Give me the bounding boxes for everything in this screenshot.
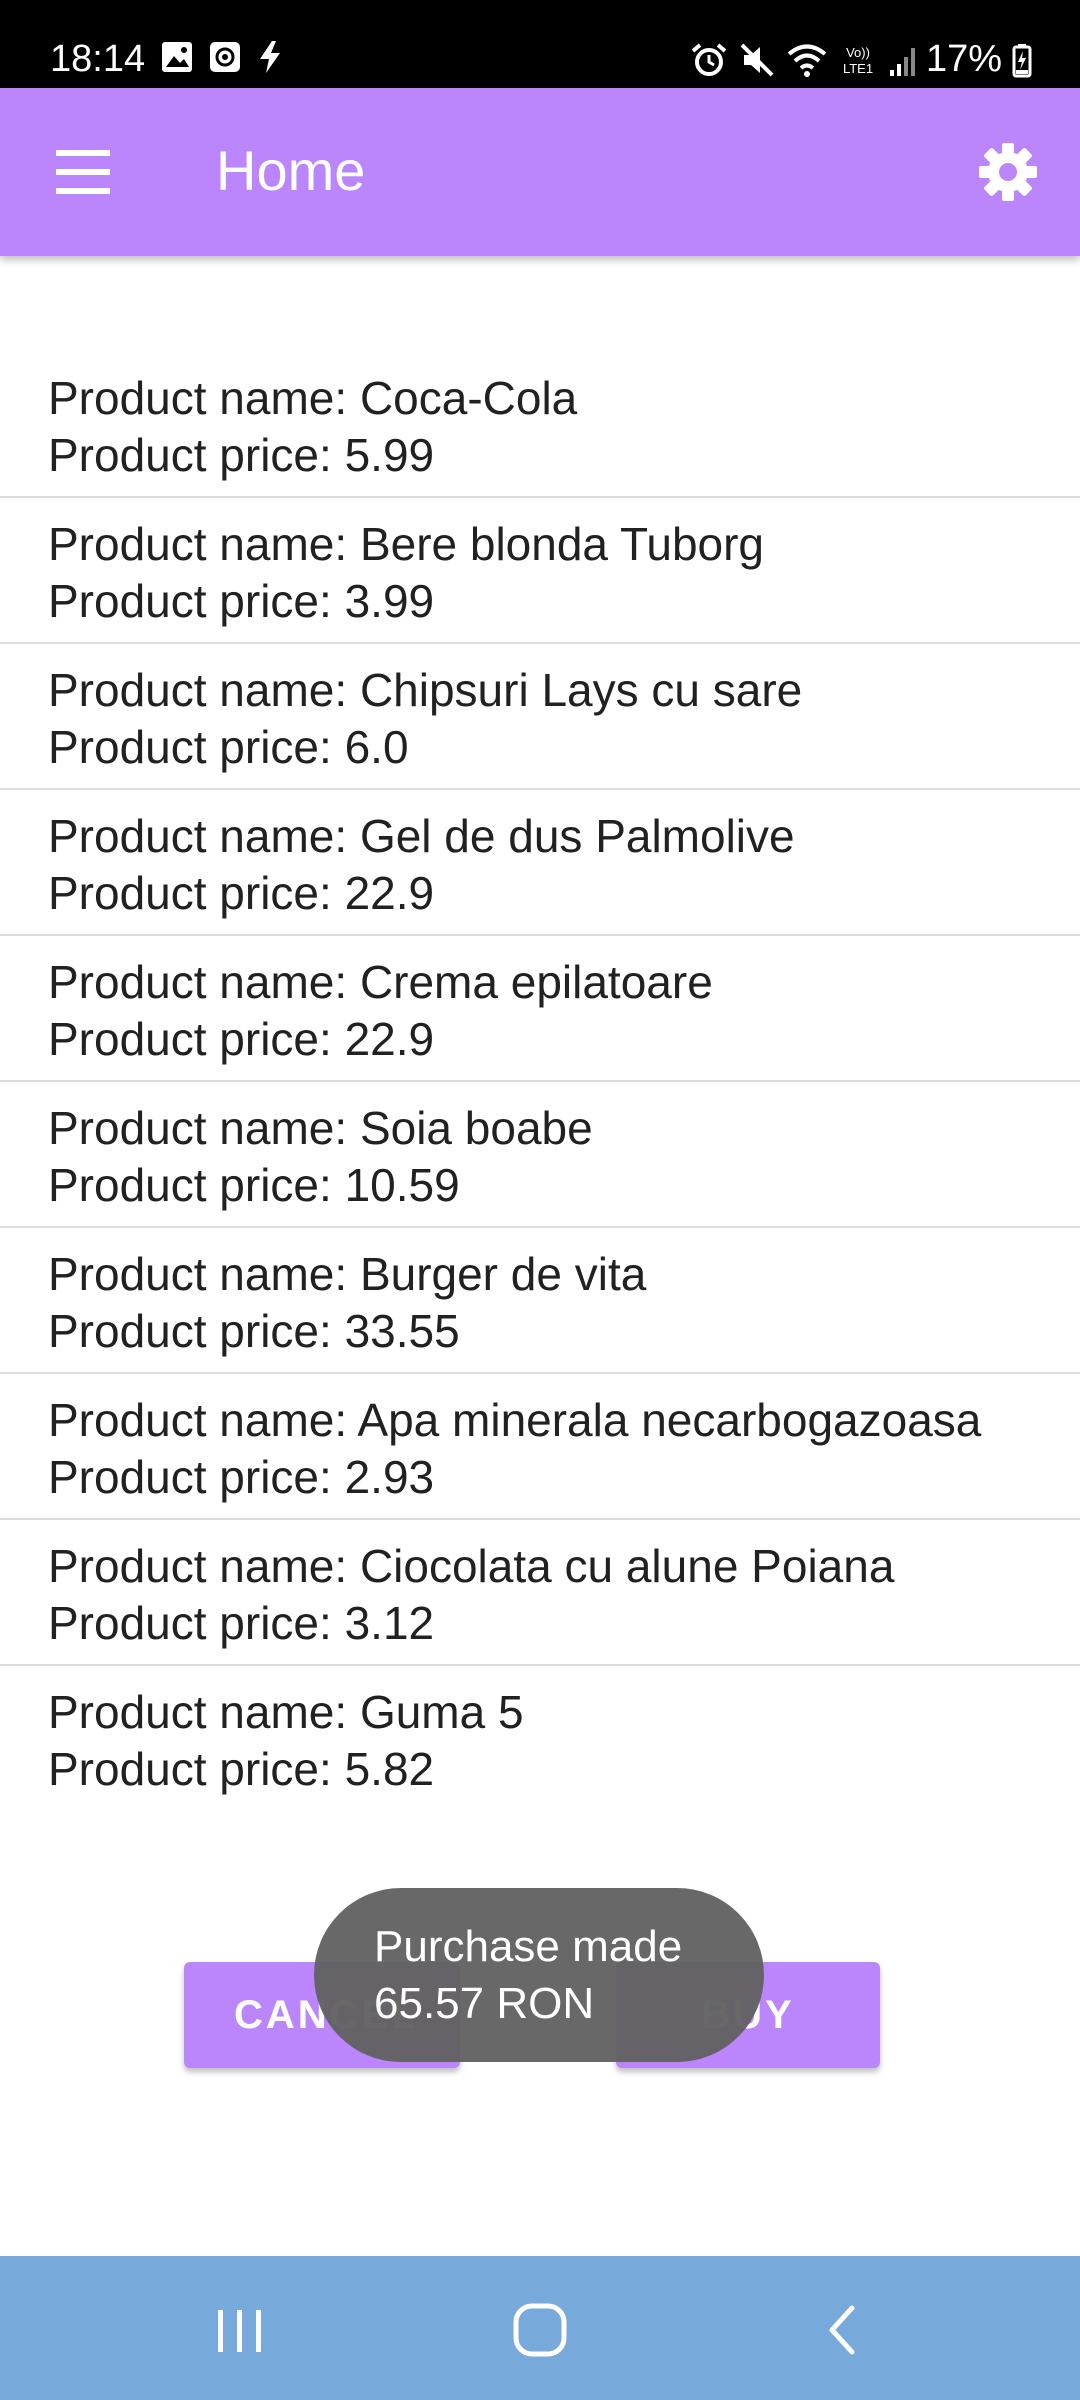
product-name: Product name: Crema epilatoare <box>48 956 713 1008</box>
product-price: Product price: 22.9 <box>48 1013 435 1065</box>
list-item[interactable]: Product name: Guma 5 Product price: 5.82 <box>0 1666 1080 1812</box>
product-price: Product price: 3.99 <box>48 575 435 627</box>
list-item[interactable]: Product name: Gel de dus Palmolive Produ… <box>0 790 1080 936</box>
product-list: Product name: Coca-Cola Product price: 5… <box>0 352 1080 1812</box>
page-title: Home <box>216 139 366 202</box>
image-icon <box>162 42 192 72</box>
toast-message: Purchase made 65.57 RON <box>314 1888 764 2062</box>
product-name: Product name: Burger de vita <box>48 1248 647 1300</box>
list-item[interactable]: Product name: Bere blonda Tuborg Product… <box>0 498 1080 644</box>
product-price: Product price: 33.55 <box>48 1305 460 1357</box>
menu-icon[interactable] <box>52 146 114 198</box>
status-right-icons: Vo)) LTE1 17% <box>690 38 1032 81</box>
toast-line-2: 65.57 RON <box>374 1979 595 2028</box>
list-item[interactable]: Product name: Ciocolata cu alune Poiana … <box>0 1520 1080 1666</box>
product-price: Product price: 5.82 <box>48 1743 435 1795</box>
product-price: Product price: 3.12 <box>48 1597 435 1649</box>
product-name: Product name: Soia boabe <box>48 1102 593 1154</box>
status-bar: 18:14 Vo)) LTE1 17% <box>0 0 1080 88</box>
product-name: Product name: Guma 5 <box>48 1686 524 1738</box>
alarm-icon <box>691 42 727 76</box>
list-item[interactable]: Product name: Soia boabe Product price: … <box>0 1082 1080 1228</box>
back-icon[interactable] <box>822 2300 862 2360</box>
product-name: Product name: Bere blonda Tuborg <box>48 518 765 570</box>
home-icon[interactable] <box>510 2300 570 2360</box>
flash-icon <box>260 41 280 73</box>
svg-text:LTE1: LTE1 <box>843 61 873 76</box>
svg-text:Vo)): Vo)) <box>846 45 870 60</box>
product-price: Product price: 6.0 <box>48 721 409 773</box>
app-bar: Home <box>0 88 1080 256</box>
product-name: Product name: Ciocolata cu alune Poiana <box>48 1540 895 1592</box>
mute-icon <box>740 43 774 76</box>
status-time: 18:14 <box>50 38 146 80</box>
product-price: Product price: 22.9 <box>48 867 435 919</box>
wifi-icon <box>787 44 827 77</box>
status-left-icons <box>160 40 284 74</box>
lte-icon: Vo)) LTE1 <box>843 45 873 76</box>
product-name: Product name: Apa minerala necarbogazoas… <box>48 1394 982 1446</box>
list-item[interactable]: Product name: Crema epilatoare Product p… <box>0 936 1080 1082</box>
product-price: Product price: 5.99 <box>48 429 435 481</box>
gear-icon[interactable] <box>976 140 1040 204</box>
battery-percent: 17% <box>925 38 1002 80</box>
list-item[interactable]: Product name: Chipsuri Lays cu sare Prod… <box>0 644 1080 790</box>
product-price: Product price: 10.59 <box>48 1159 460 1211</box>
toast-text: Purchase made 65.57 RON <box>374 1918 682 2032</box>
product-name: Product name: Chipsuri Lays cu sare <box>48 664 803 716</box>
battery-icon <box>1012 43 1032 77</box>
recent-apps-icon[interactable] <box>212 2300 268 2360</box>
list-item[interactable]: Product name: Coca-Cola Product price: 5… <box>0 352 1080 498</box>
system-nav-bar <box>0 2256 1080 2400</box>
product-price: Product price: 2.93 <box>48 1451 435 1503</box>
list-item[interactable]: Product name: Burger de vita Product pri… <box>0 1228 1080 1374</box>
product-name: Product name: Coca-Cola <box>48 372 578 424</box>
signal-icon <box>889 47 915 76</box>
clock-app-icon <box>210 42 240 72</box>
product-name: Product name: Gel de dus Palmolive <box>48 810 795 862</box>
list-item[interactable]: Product name: Apa minerala necarbogazoas… <box>0 1374 1080 1520</box>
toast-line-1: Purchase made <box>374 1922 683 1971</box>
